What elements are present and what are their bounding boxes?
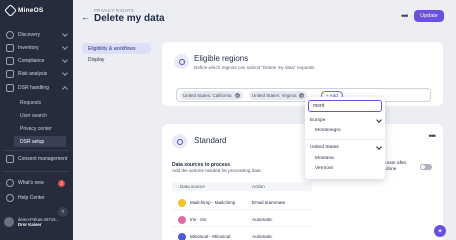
- compass-icon: [6, 31, 14, 39]
- sidebar-item-label: Compliance: [18, 58, 45, 64]
- help-icon: [6, 194, 14, 202]
- standard-workflow-card: Standard ••• Data sources to process Add…: [162, 124, 443, 240]
- sidebar-item-dsr-handling[interactable]: DSR handling: [0, 82, 73, 94]
- sidebar-item-label: What's new: [18, 180, 44, 186]
- user-profile[interactable]: demo-Pirkas-46715... Dror Kaiser: [4, 217, 59, 227]
- sidebar-item-discovery[interactable]: Discovery: [0, 29, 73, 41]
- consent-icon: [6, 155, 14, 163]
- shield-icon: [6, 57, 14, 65]
- sidebar: MineOS Discovery Inventory Compliance Ri…: [0, 0, 73, 240]
- chevron-up-icon: [62, 86, 68, 92]
- sidebar-item-label: Consent management: [18, 156, 68, 162]
- table-row[interactable]: Mailchimp - Mailchimp Email teammate: [172, 196, 312, 210]
- group-label: United States: [310, 145, 339, 150]
- apply-toggle[interactable]: [420, 164, 432, 170]
- table-row[interactable]: Minoscal - Minoscal Automatic: [172, 230, 312, 240]
- collapse-sidebar-button[interactable]: ‹: [58, 207, 68, 217]
- chevron-down-icon: [62, 44, 68, 50]
- mailchimp-icon: [178, 199, 186, 207]
- notification-badge: 3: [58, 180, 65, 187]
- chevron-down-icon: [376, 144, 382, 150]
- tab-display[interactable]: Display: [82, 54, 151, 65]
- sidebar-item-inventory[interactable]: Inventory: [0, 42, 73, 54]
- logo[interactable]: MineOS: [4, 4, 44, 17]
- sidebar-subitem-privacy-center[interactable]: Privacy center: [14, 123, 66, 134]
- region-chip: United States: Virginia ×: [249, 91, 308, 100]
- sidebar-item-label: Inventory: [18, 45, 39, 51]
- logo-text: MineOS: [18, 7, 44, 14]
- divider: [305, 139, 385, 140]
- inbox-icon: [6, 84, 14, 92]
- sidebar-item-risk-analysis[interactable]: Risk analysis: [0, 68, 73, 80]
- iris-icon: [178, 216, 186, 224]
- standard-title: Standard: [194, 136, 227, 145]
- database-icon: [6, 44, 14, 52]
- remove-chip-icon[interactable]: ×: [234, 93, 240, 98]
- sidebar-item-label: Risk analysis: [18, 71, 48, 77]
- group-label: Europe: [310, 118, 326, 123]
- region-dropdown: Europe Montenegro United States Montana …: [305, 97, 385, 179]
- option-vermont[interactable]: Vermont: [315, 166, 333, 171]
- sidebar-subitem-dsr-setup[interactable]: DSR setup: [14, 136, 66, 147]
- page-title: Delete my data: [94, 13, 165, 24]
- chart-icon: [6, 70, 14, 78]
- sidebar-subitem-user-search[interactable]: User search: [14, 110, 66, 121]
- chevron-down-icon: [62, 70, 68, 76]
- chevron-down-icon: [62, 31, 68, 37]
- remove-chip-icon[interactable]: ×: [299, 93, 305, 98]
- option-montana[interactable]: Montana: [315, 156, 334, 161]
- globe-icon: [174, 54, 189, 69]
- action-value: Automatic: [252, 234, 273, 239]
- sidebar-item-compliance[interactable]: Compliance: [0, 55, 73, 67]
- data-source-name: Minoscal - Minoscal: [190, 234, 231, 239]
- update-button[interactable]: Update: [414, 10, 444, 22]
- chevron-down-icon: [62, 57, 68, 63]
- bell-icon: [6, 179, 14, 187]
- more-options-icon[interactable]: •••: [429, 131, 437, 141]
- data-sources-subtitle: Add the actions needed for processing da…: [172, 168, 261, 173]
- tab-eligibility-workflows[interactable]: Eligibility & workflows: [82, 43, 151, 54]
- toggle-knob: [421, 165, 425, 169]
- option-montenegro[interactable]: Montenegro: [315, 128, 341, 133]
- action-value: Automatic: [252, 217, 273, 222]
- assistant-button[interactable]: ✦: [434, 225, 446, 237]
- regions-input[interactable]: United States: California × United State…: [176, 88, 431, 102]
- sidebar-subitem-requests[interactable]: Requests: [14, 97, 66, 108]
- group-header-europe[interactable]: Europe: [310, 117, 382, 123]
- eligible-regions-description: Define which regions can submit "Delete …: [194, 65, 315, 70]
- back-arrow-icon[interactable]: ←: [81, 12, 90, 22]
- sidebar-item-label: Discovery: [18, 32, 40, 38]
- more-options-icon[interactable]: •••: [401, 11, 409, 21]
- chat-icon: ✦: [437, 228, 443, 235]
- column-header: Action: [252, 184, 265, 189]
- region-chip: United States: California ×: [180, 91, 243, 100]
- avatar: [4, 217, 14, 227]
- chevron-left-icon: ‹: [62, 209, 64, 215]
- region-search-input[interactable]: [308, 100, 382, 112]
- sidebar-item-label: Help Center: [18, 195, 45, 201]
- logo-icon: [4, 4, 17, 17]
- data-source-name: Mailchimp - Mailchimp: [190, 200, 236, 205]
- data-source-name: Iris - Iris: [190, 217, 207, 222]
- minoscal-icon: [178, 233, 186, 240]
- sidebar-divider: [4, 150, 69, 151]
- user-subtitle: Dror Kaiser: [18, 222, 42, 227]
- sidebar-item-help-center[interactable]: Help Center: [0, 192, 73, 204]
- action-value: Email teammate: [252, 200, 286, 205]
- chevron-down-icon: [376, 117, 382, 123]
- chip-label: United States: Virginia: [252, 93, 297, 98]
- sidebar-item-consent-management[interactable]: Consent management: [0, 153, 73, 165]
- group-header-united-states[interactable]: United States: [310, 144, 382, 150]
- table-header: Data source Action: [172, 182, 312, 191]
- workflow-icon: [172, 134, 187, 149]
- column-header: Data source: [180, 184, 205, 189]
- chip-label: United States: California: [183, 93, 232, 98]
- sidebar-divider: [4, 171, 69, 172]
- eligible-regions-title: Eligible regions: [194, 54, 249, 63]
- table-row[interactable]: Iris - Iris Automatic: [172, 213, 312, 227]
- sidebar-item-label: DSR handling: [18, 85, 49, 91]
- eligible-regions-card: Eligible regions Define which regions ca…: [162, 42, 443, 106]
